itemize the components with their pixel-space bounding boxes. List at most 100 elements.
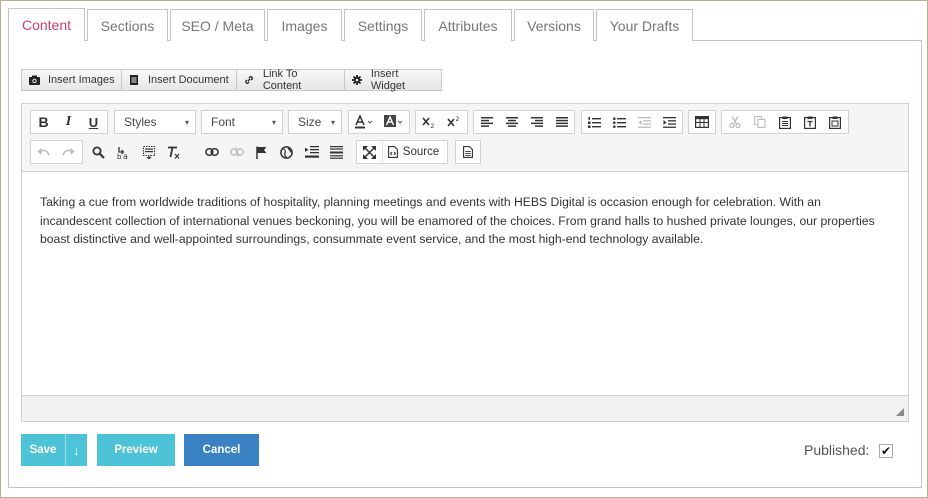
templates-group: [455, 140, 481, 164]
search-icon: [92, 146, 105, 159]
superscript-button[interactable]: 2: [441, 111, 466, 133]
anchor-button[interactable]: [249, 141, 274, 163]
save-options-button[interactable]: ↓: [65, 434, 87, 466]
insert-widget-button[interactable]: Insert Widget: [345, 68, 441, 92]
text-color-button[interactable]: [349, 111, 379, 133]
paste-text-button[interactable]: [797, 111, 822, 133]
tab-attributes[interactable]: Attributes: [424, 9, 512, 41]
redo-icon: [62, 147, 75, 157]
paste-text-icon: [803, 116, 816, 129]
tab-content[interactable]: Content: [8, 8, 85, 41]
background-color-button[interactable]: [379, 111, 409, 133]
horizontal-rule-button[interactable]: [324, 141, 349, 163]
tab-versions[interactable]: Versions: [514, 9, 594, 41]
indent-icon: [663, 116, 676, 128]
bulleted-list-button[interactable]: [607, 111, 632, 133]
bold-button[interactable]: B: [31, 111, 56, 133]
list-group: [581, 110, 683, 134]
published-label: Published:: [804, 442, 870, 458]
undo-button[interactable]: [31, 141, 56, 163]
published-checkbox[interactable]: ✔: [879, 444, 893, 458]
svg-text:a: a: [123, 152, 128, 159]
cancel-button[interactable]: Cancel: [184, 434, 259, 466]
insert-images-button[interactable]: Insert Images: [22, 70, 122, 90]
paste-button[interactable]: [772, 111, 797, 133]
flag-icon: [256, 146, 267, 159]
replace-icon: ab: [117, 146, 131, 159]
replace-button[interactable]: ab: [111, 141, 136, 163]
tab-seo-meta[interactable]: SEO / Meta: [170, 9, 265, 41]
link-to-content-button[interactable]: Link To Content: [237, 68, 345, 92]
select-all-button[interactable]: [136, 141, 161, 163]
iframe-button[interactable]: [274, 141, 299, 163]
insert-document-button[interactable]: Insert Document: [122, 70, 237, 90]
maximize-icon: [363, 145, 376, 159]
subscript-button[interactable]: 2: [416, 111, 441, 133]
preview-button[interactable]: Preview: [97, 434, 175, 466]
rich-text-editor: B I U Styles ▾ Font ▾ Size ▾ 2 2 a b Sou…: [21, 103, 909, 422]
undo-icon: [37, 147, 50, 157]
tab-images[interactable]: Images: [267, 9, 342, 41]
numbered-list-icon: [588, 116, 601, 128]
view-group: Source: [356, 140, 448, 164]
source-label: Source: [402, 146, 440, 158]
save-button[interactable]: Save: [21, 434, 65, 466]
align-right-button[interactable]: [524, 111, 549, 133]
outdent-icon: [638, 116, 651, 128]
clipboard-icon: [778, 116, 791, 129]
background-color-icon: [384, 115, 404, 129]
link-button[interactable]: [199, 141, 224, 163]
scissors-icon: [728, 116, 741, 128]
paste-word-button[interactable]: [822, 111, 847, 133]
bulleted-list-icon: [613, 116, 626, 128]
remove-format-button[interactable]: [161, 141, 186, 163]
globe-icon: [280, 145, 293, 159]
superscript-icon: 2: [446, 116, 461, 128]
font-dropdown[interactable]: Font ▾: [201, 110, 283, 134]
indent-button[interactable]: [657, 111, 682, 133]
redo-button[interactable]: [56, 141, 81, 163]
styles-dropdown[interactable]: Styles ▾: [114, 110, 196, 134]
align-center-button[interactable]: [499, 111, 524, 133]
link-icon: [204, 148, 219, 156]
source-button[interactable]: Source: [382, 141, 444, 163]
align-left-icon: [480, 117, 493, 127]
styles-dropdown-label: Styles: [124, 115, 157, 129]
svg-text:b: b: [117, 153, 122, 159]
insert-widget-label: Insert Widget: [370, 68, 406, 92]
chevron-down-icon: ▾: [271, 118, 276, 127]
outdent-button[interactable]: [632, 111, 657, 133]
camera-icon: [28, 74, 40, 86]
cut-button[interactable]: [722, 111, 747, 133]
tab-settings[interactable]: Settings: [344, 9, 422, 41]
font-dropdown-label: Font: [211, 115, 236, 129]
checkmark-icon: ✔: [880, 444, 892, 458]
maximize-button[interactable]: [357, 141, 382, 163]
find-button[interactable]: [86, 141, 111, 163]
underline-button[interactable]: U: [81, 111, 106, 133]
unlink-button[interactable]: [224, 141, 249, 163]
copy-button[interactable]: [747, 111, 772, 133]
link-icon: [243, 74, 255, 86]
editor-content[interactable]: Taking a cue from worldwide traditions o…: [22, 173, 908, 395]
insert-break-button[interactable]: [299, 141, 324, 163]
numbered-list-button[interactable]: [582, 111, 607, 133]
size-dropdown[interactable]: Size ▾: [288, 110, 342, 134]
italic-button[interactable]: I: [56, 111, 81, 133]
table-group: [688, 110, 716, 134]
chevron-down-icon: ▾: [184, 118, 189, 127]
svg-text:2: 2: [430, 123, 434, 128]
editor-statusbar: [22, 395, 908, 421]
editor-toolbar: B I U Styles ▾ Font ▾ Size ▾ 2 2 a b Sou…: [22, 104, 908, 172]
justify-button[interactable]: [549, 111, 574, 133]
table-button[interactable]: [689, 111, 714, 133]
tab-your-drafts[interactable]: Your Drafts: [596, 9, 693, 41]
resize-handle[interactable]: [896, 408, 904, 416]
content-paragraph: Taking a cue from worldwide traditions o…: [40, 195, 875, 246]
remove-format-icon: [167, 146, 181, 159]
tab-bar: Content Sections SEO / Meta Images Setti…: [8, 8, 695, 41]
templates-button[interactable]: [456, 141, 480, 163]
tab-sections[interactable]: Sections: [87, 9, 168, 41]
align-left-button[interactable]: [474, 111, 499, 133]
gear-icon: [351, 74, 363, 86]
